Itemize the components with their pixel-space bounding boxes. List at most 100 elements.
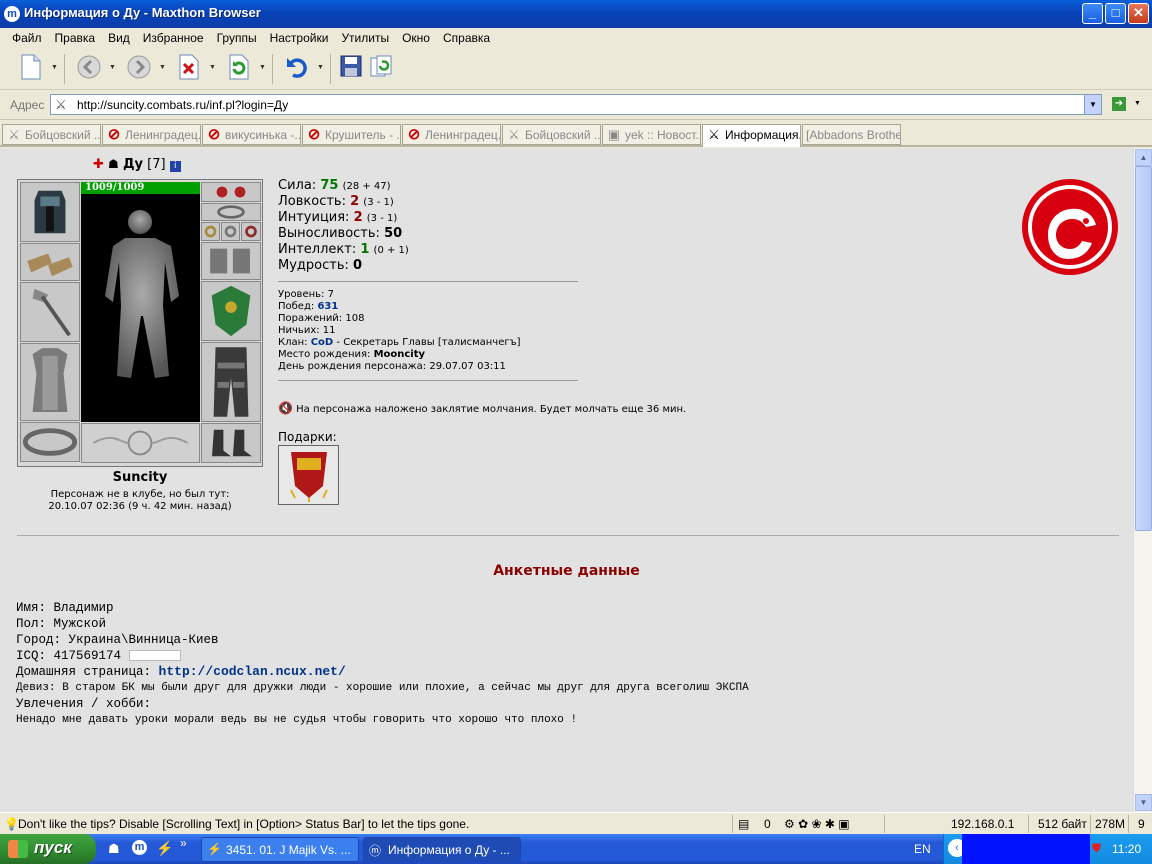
- stat-strength: Сила: 75 (28 + 47): [278, 178, 409, 194]
- status-divider: [1090, 815, 1091, 833]
- belt-slot[interactable]: [20, 422, 80, 462]
- status-page-icon[interactable]: ▤: [738, 817, 749, 831]
- quicklaunch-more-icon[interactable]: »: [180, 836, 187, 850]
- new-page-dropdown-icon[interactable]: ▼: [51, 64, 58, 71]
- address-field[interactable]: ⚔ ▼: [50, 94, 1102, 115]
- refresh-icon[interactable]: [224, 54, 254, 84]
- stat-value: 2: [353, 210, 363, 225]
- align-icon: ☗: [108, 157, 119, 171]
- no-entry-icon: ⊘: [407, 126, 421, 143]
- gloves-slot[interactable]: [201, 242, 261, 280]
- url-input[interactable]: [75, 97, 1075, 113]
- gift-item[interactable]: [278, 445, 339, 505]
- new-page-icon[interactable]: [16, 54, 46, 84]
- ring-slot-3[interactable]: [241, 222, 261, 241]
- stats-list: Сила: 75 (28 + 47) Ловкость: 2 (3 - 1) И…: [278, 178, 409, 274]
- save-icon[interactable]: [336, 54, 366, 84]
- status-divider: [732, 815, 733, 833]
- amulet-slot[interactable]: [201, 203, 261, 221]
- menu-help[interactable]: Справка: [436, 28, 496, 45]
- clan-link[interactable]: CoD: [311, 337, 334, 348]
- tab-label: Бойцовский ...: [25, 128, 101, 142]
- scroll-down-icon[interactable]: ▼: [1135, 794, 1152, 811]
- address-dropdown-icon[interactable]: ▼: [1084, 95, 1101, 114]
- undo-dropdown-icon[interactable]: ▼: [317, 64, 324, 71]
- task-maxthon[interactable]: ⓜ Информация о Ду - ...: [363, 837, 521, 862]
- title-bar[interactable]: m Информация о Ду - Maxthon Browser _ □ …: [0, 0, 1152, 28]
- helmet-slot[interactable]: [20, 182, 80, 242]
- quicklaunch-winamp-icon[interactable]: ⚡: [156, 840, 173, 857]
- maxthon-app-icon[interactable]: m: [4, 6, 20, 22]
- sync-icon[interactable]: [366, 54, 396, 84]
- task-winamp[interactable]: ⚡ 3451. 01. J Majik Vs. ...: [201, 837, 359, 862]
- undo-icon[interactable]: [282, 54, 312, 84]
- go-icon[interactable]: ➜: [1112, 97, 1126, 111]
- tab-7[interactable]: ▣ yek :: Новост...: [602, 124, 701, 145]
- menu-settings[interactable]: Настройки: [263, 28, 335, 45]
- quicklaunch-game-icon[interactable]: ☗: [108, 841, 120, 857]
- menu-window[interactable]: Окно: [395, 28, 436, 45]
- stop-icon[interactable]: [174, 54, 204, 84]
- vertical-scrollbar[interactable]: ▲ ▼: [1133, 148, 1152, 812]
- menu-favorites[interactable]: Избранное: [136, 28, 210, 45]
- winamp-icon: ⚡: [207, 842, 222, 856]
- tab-2[interactable]: ⊘ Ленинградец...: [102, 124, 201, 145]
- tab-3[interactable]: ⊘ викусинька -...: [202, 124, 301, 145]
- language-indicator[interactable]: EN: [914, 842, 931, 856]
- avatar[interactable]: 1009/1009: [81, 182, 200, 422]
- stop-dropdown-icon[interactable]: ▼: [209, 64, 216, 71]
- minimize-button[interactable]: _: [1082, 3, 1103, 24]
- menu-edit[interactable]: Правка: [48, 28, 102, 45]
- homepage-link[interactable]: http://codclan.ncux.net/: [159, 664, 346, 679]
- menu-groups[interactable]: Группы: [210, 28, 263, 45]
- tab-bar: ⚔ Бойцовский ... ⊘ Ленинградец... ⊘ викусин…: [0, 121, 1152, 147]
- menu-file[interactable]: Файл: [0, 28, 48, 45]
- shield-slot[interactable]: [201, 281, 261, 341]
- tab-9[interactable]: [Abbadons Brothe...: [802, 124, 901, 145]
- forward-dropdown-icon[interactable]: ▼: [159, 64, 166, 71]
- boots-slot[interactable]: [201, 423, 261, 463]
- leggings-slot[interactable]: [201, 342, 261, 422]
- maximize-button[interactable]: □: [1105, 3, 1126, 24]
- icq-status-icon: [128, 650, 181, 662]
- gift-pennant-icon: [290, 452, 328, 502]
- scroll-up-icon[interactable]: ▲: [1135, 149, 1152, 166]
- go-dropdown-icon[interactable]: ▼: [1134, 100, 1141, 107]
- ring-slot-1[interactable]: [201, 222, 220, 241]
- scroll-thumb[interactable]: [1135, 166, 1152, 531]
- field-icq: ICQ: 417569174: [16, 648, 749, 664]
- tray-security-icon[interactable]: ⛊: [1092, 841, 1101, 856]
- start-button[interactable]: пуск: [0, 834, 96, 864]
- field-name: Имя: Владимир: [16, 601, 114, 615]
- field-city: Город: Украина\Винница-Киев: [16, 633, 219, 647]
- silence-icon: 🔇: [278, 401, 293, 415]
- tab-8-active[interactable]: ⚔ Информация...: [702, 124, 801, 147]
- info-icon[interactable]: i: [169, 161, 181, 172]
- back-dropdown-icon[interactable]: ▼: [109, 64, 116, 71]
- weapon-slot[interactable]: [20, 282, 80, 342]
- quicklaunch-maxthon-icon[interactable]: m: [132, 840, 147, 855]
- menu-tools[interactable]: Утилиты: [334, 28, 395, 45]
- tab-label: Ленинградец...: [125, 128, 201, 142]
- wins-link[interactable]: 631: [317, 301, 338, 312]
- menu-view[interactable]: Вид: [101, 28, 136, 45]
- ring-slot-2[interactable]: [221, 222, 240, 241]
- forward-icon[interactable]: [124, 54, 154, 84]
- tab-5[interactable]: ⊘ Ленинградец...: [402, 124, 501, 145]
- tab-1[interactable]: ⚔ Бойцовский ...: [2, 124, 101, 145]
- tray-redacted-area: [962, 834, 1090, 864]
- tab-4[interactable]: ⊘ Крушитель - ...: [302, 124, 401, 145]
- refresh-dropdown-icon[interactable]: ▼: [259, 64, 266, 71]
- bracers-slot[interactable]: [20, 243, 80, 281]
- back-icon[interactable]: [74, 54, 104, 84]
- stat-detail: (3 - 1): [366, 213, 398, 224]
- earrings-slot[interactable]: [201, 182, 261, 202]
- info-draws: Ничьих: 11: [278, 325, 521, 337]
- tab-6[interactable]: ⚔ Бойцовский ...: [502, 124, 601, 145]
- status-tools-icons[interactable]: ⚙ ✿ ❀ ✱ ▣: [784, 817, 850, 831]
- armor-slot[interactable]: [20, 343, 80, 421]
- equipment-panel: 1009/1009: [17, 179, 263, 467]
- close-button[interactable]: ✕: [1128, 3, 1149, 24]
- windows-logo-icon: [8, 840, 28, 858]
- info-label: Клан:: [278, 337, 308, 348]
